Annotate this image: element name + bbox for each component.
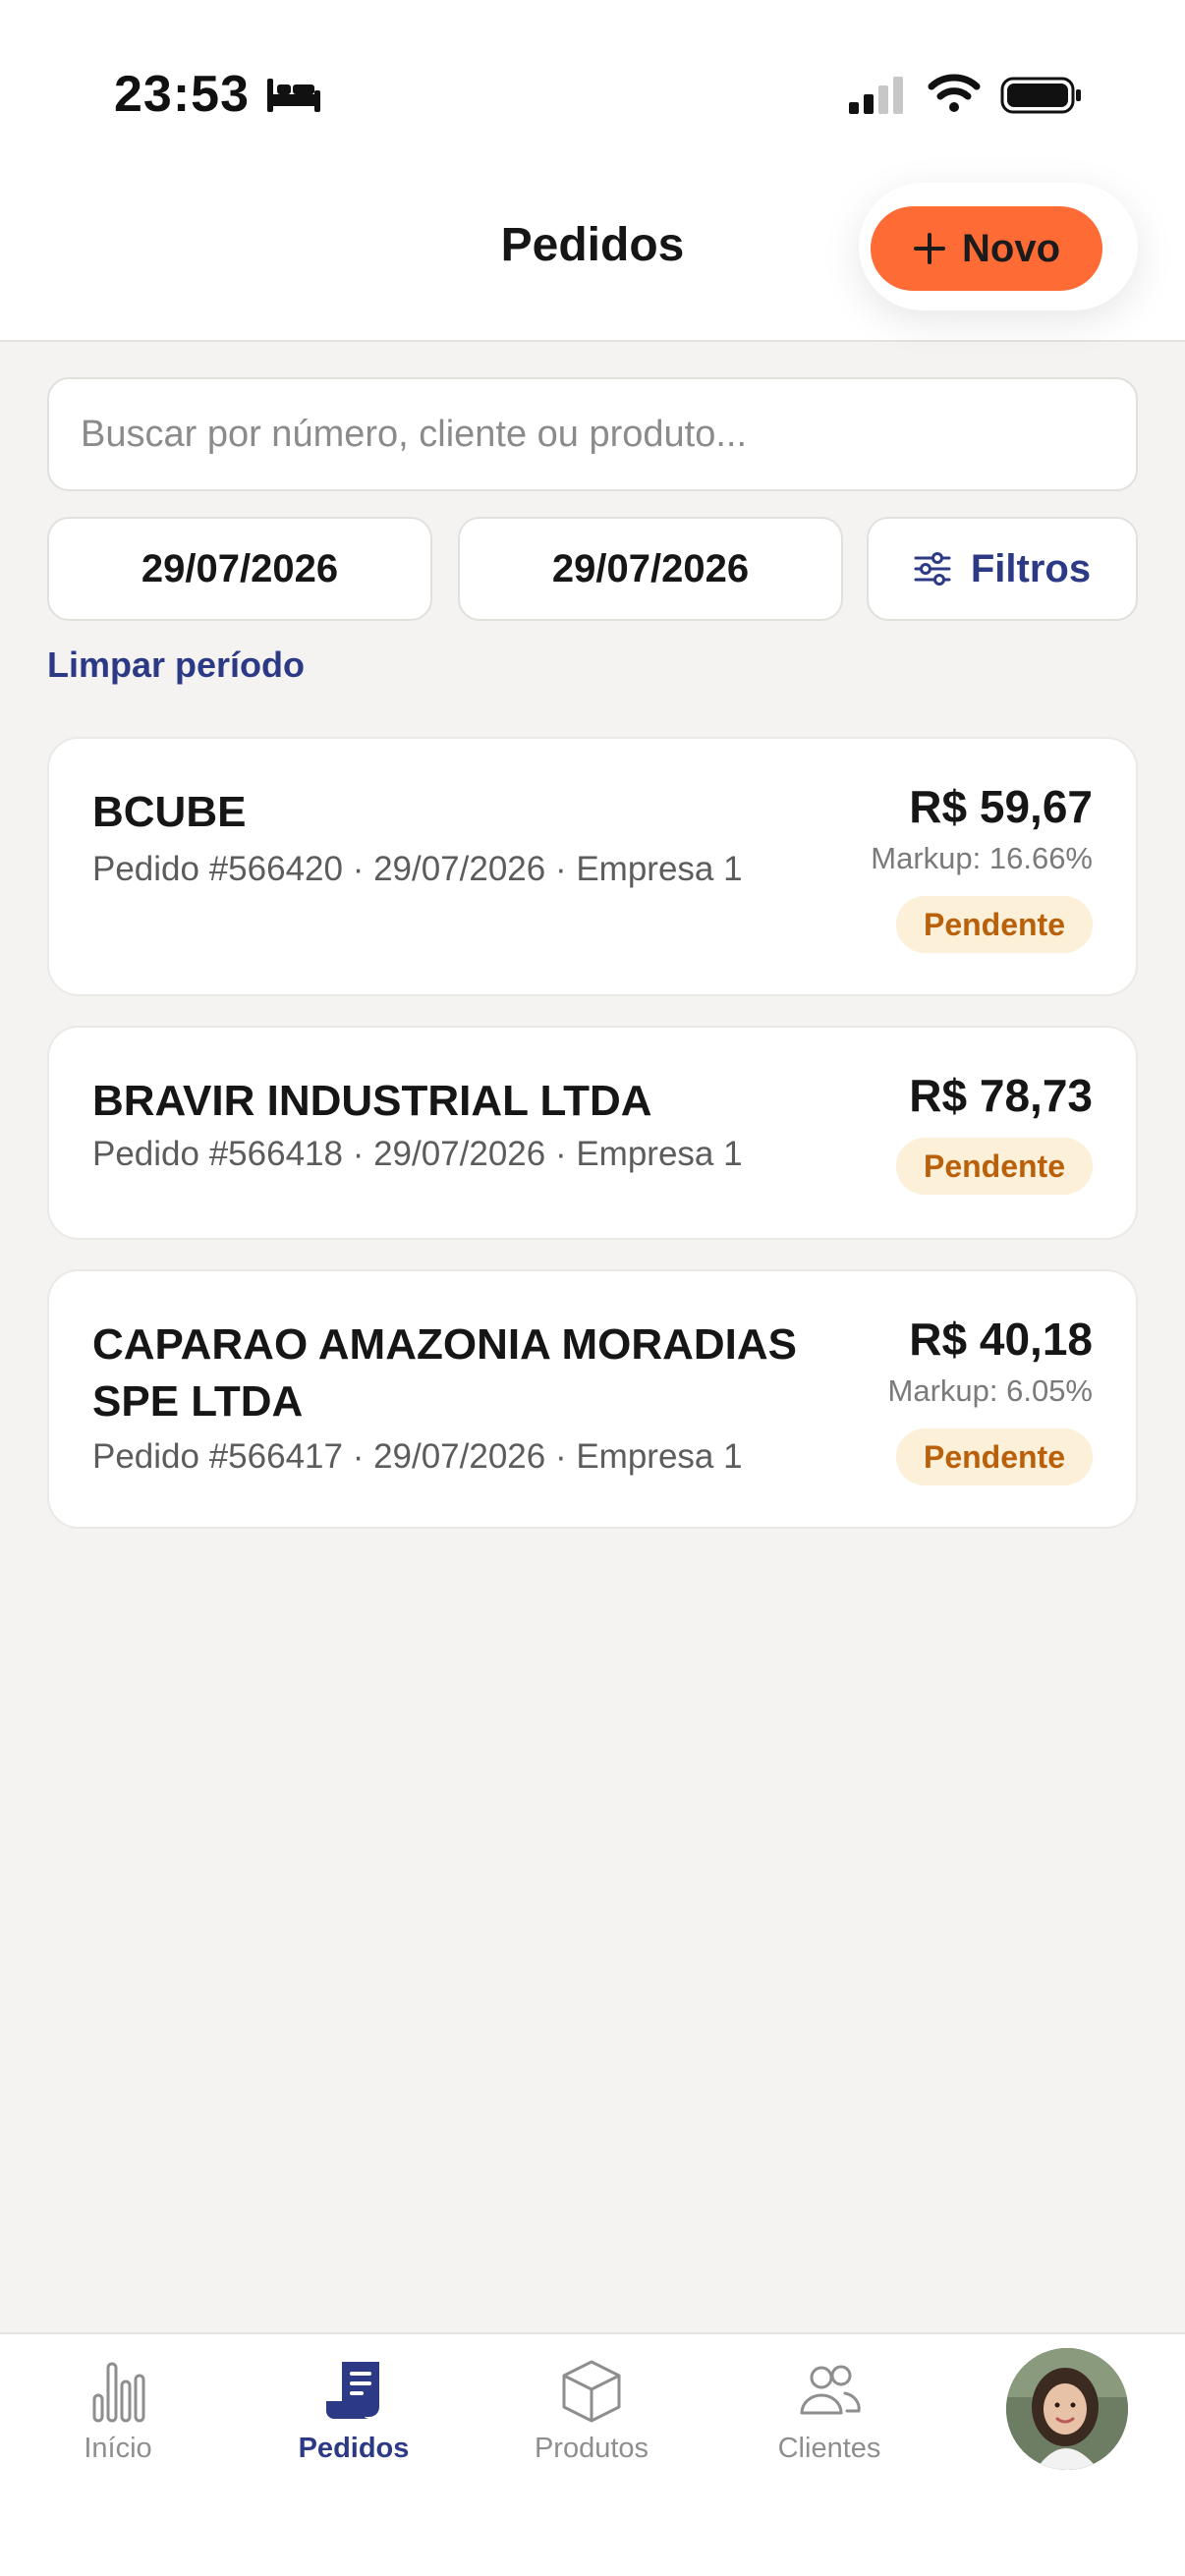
new-order-button[interactable]: Novo [871,206,1102,291]
order-meta: Pedido #566417 · 29/07/2026 · Empresa 1 [92,1437,743,1476]
date-to-field[interactable]: 29/07/2026 [458,517,843,621]
box-icon [562,2360,621,2423]
plus-icon [914,233,945,264]
order-client-name: BCUBE [92,788,247,836]
status-badge: Pendente [895,1428,1093,1485]
new-button-shadow: Novo [859,183,1138,310]
tab-label: Clientes [777,2433,881,2464]
order-card[interactable]: BCUBE Pedido #566420 · 29/07/2026 · Empr… [47,737,1138,996]
new-button-label: Novo [962,226,1060,270]
date-from-field[interactable]: 29/07/2026 [47,517,432,621]
tab-pedidos[interactable]: Pedidos [255,2356,452,2484]
tab-clientes[interactable]: Clientes [731,2356,928,2484]
order-meta: Pedido #566418 · 29/07/2026 · Empresa 1 [92,1135,743,1173]
filters-label: Filtros [970,546,1092,590]
filters-button[interactable]: Filtros [867,517,1138,621]
wifi-icon [928,74,981,112]
header: Pedidos Novo [0,177,1185,342]
order-meta: Pedido #566420 · 29/07/2026 · Empresa 1 [92,850,743,888]
tab-label: Produtos [534,2433,649,2464]
order-card[interactable]: CAPARAO AMAZONIA MORADIAS SPE LTDA Pedid… [47,1269,1138,1529]
order-markup: Markup: 16.66% [871,841,1093,875]
clear-period-link[interactable]: Limpar período [47,644,305,686]
order-markup: Markup: 6.05% [887,1373,1094,1408]
users-icon [800,2365,861,2415]
status-badge: Pendente [895,896,1093,953]
avatar-photo [1006,2348,1128,2470]
cellular-signal-icon [849,77,903,114]
status-badge: Pendente [895,1138,1093,1195]
order-client-name: BRAVIR INDUSTRIAL LTDA [92,1077,652,1125]
search-input[interactable] [47,377,1138,491]
status-bar: 23:53 [0,0,1185,177]
sliders-icon [914,552,951,586]
order-card[interactable]: BRAVIR INDUSTRIAL LTDA Pedido #566418 · … [47,1026,1138,1240]
order-total: R$ 59,67 [909,781,1093,832]
order-total: R$ 78,73 [909,1070,1093,1121]
tab-label: Início [84,2433,152,2464]
status-time: 23:53 [114,66,250,123]
tab-produtos[interactable]: Produtos [493,2356,690,2484]
bed-icon [267,79,320,112]
bar-chart-icon [92,2362,145,2423]
battery-icon [1000,77,1081,114]
tab-bar: Início Pedidos Produtos Clientes [0,2332,1185,2576]
avatar[interactable] [1006,2348,1128,2470]
orders-screen: 23:53 Pedidos Novo Buscar por número, cl… [0,0,1185,2576]
tab-label: Pedidos [298,2433,410,2464]
order-client-name: CAPARAO AMAZONIA MORADIAS SPE LTDA [92,1320,797,1426]
order-total: R$ 40,18 [909,1314,1093,1365]
receipt-icon [326,2362,379,2419]
tab-inicio[interactable]: Início [20,2356,216,2484]
